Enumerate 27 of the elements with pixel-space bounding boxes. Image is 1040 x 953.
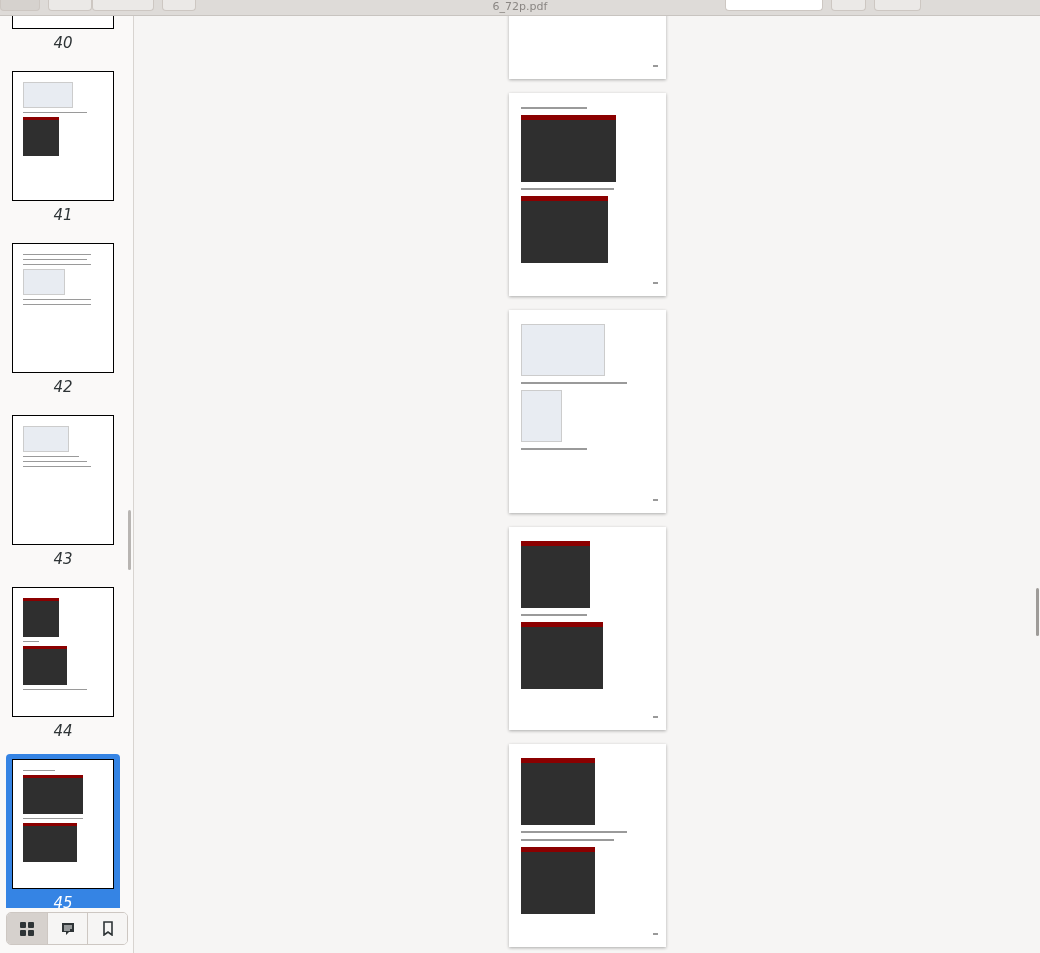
scrollbar-thumb[interactable] bbox=[128, 510, 131, 570]
grid-icon bbox=[20, 921, 34, 936]
page-thumbnail-item[interactable]: 43 bbox=[6, 410, 120, 574]
page-thumbnail-item[interactable]: 42 bbox=[6, 238, 120, 402]
page-number: 44 bbox=[53, 721, 73, 741]
toolbar-button[interactable] bbox=[92, 0, 154, 11]
annotations-button[interactable] bbox=[47, 913, 87, 944]
page-number: 41 bbox=[53, 205, 73, 225]
comment-icon bbox=[60, 921, 75, 936]
page-thumbnail-item[interactable]: 41 bbox=[6, 66, 120, 230]
page-number: 42 bbox=[53, 377, 73, 397]
bookmarks-button[interactable] bbox=[87, 913, 127, 944]
bookmark-icon bbox=[101, 921, 114, 936]
toolbar-button[interactable] bbox=[874, 0, 921, 11]
thumbnails-button[interactable] bbox=[7, 913, 47, 944]
toolbar-button[interactable] bbox=[162, 0, 196, 11]
page-number: 43 bbox=[53, 549, 73, 569]
window-title: 6_72p.pdf bbox=[492, 0, 548, 13]
toolbar-button[interactable] bbox=[831, 0, 866, 11]
toolbar-button[interactable] bbox=[48, 0, 92, 11]
page-number: 45 bbox=[53, 893, 73, 908]
page-thumbnail-item[interactable]: 40 bbox=[6, 16, 120, 58]
page-thumbnail-item[interactable]: 45 bbox=[6, 754, 120, 908]
page-thumbnail-item[interactable]: 44 bbox=[6, 582, 120, 746]
search-field[interactable] bbox=[725, 0, 823, 11]
scrollbar-thumb[interactable] bbox=[1036, 588, 1039, 636]
page-number: 40 bbox=[53, 33, 73, 53]
